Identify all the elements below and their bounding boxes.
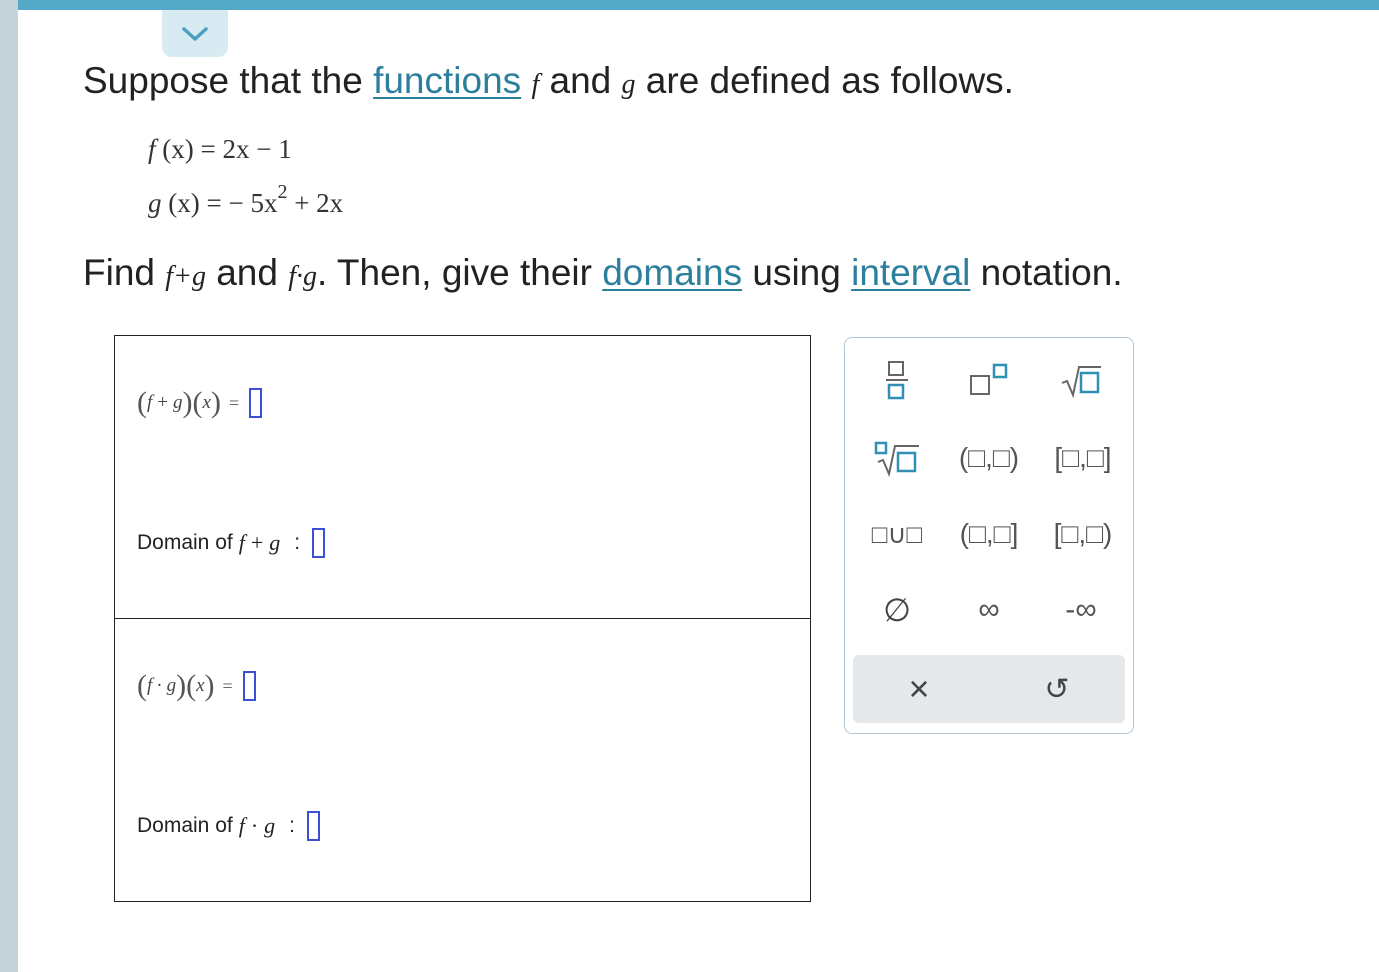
- closed-open-interval-button[interactable]: [□,□): [1043, 506, 1123, 562]
- question-text: Suppose that the: [83, 60, 374, 101]
- product-answer-input[interactable]: [242, 671, 256, 701]
- domain-prod-g: g: [264, 813, 276, 838]
- prod-g: g: [166, 675, 177, 696]
- fraction-button[interactable]: [867, 352, 927, 408]
- f-argument: (x): [162, 134, 194, 164]
- union-button[interactable]: □∪□: [861, 506, 933, 562]
- answer-area: (f + g)(x) = Domain of f + g: (f · g)(x) = Domai…: [114, 335, 811, 902]
- top-accent-bar: [0, 0, 1379, 10]
- nth-root-button[interactable]: [867, 430, 927, 486]
- sum-domain-input[interactable]: [312, 528, 326, 558]
- clear-button[interactable]: ×: [889, 661, 949, 717]
- prod-x: x: [196, 675, 205, 696]
- collapse-toggle-button[interactable]: [162, 10, 228, 57]
- and-text-2: and: [205, 252, 289, 293]
- f-name: f: [148, 134, 156, 164]
- closed-closed-interval-label: [□,□]: [1054, 442, 1112, 473]
- math-keypad: (□,□) [□,□] □∪□ (□,□] [□,□) ∅ ∞ -∞ × ↺: [844, 337, 1134, 734]
- g-definition: g (x) = − 5x2 + 2x: [148, 181, 344, 219]
- close-paren-x: ): [210, 386, 221, 419]
- close-paren: ): [182, 386, 193, 419]
- union-label: □∪□: [871, 518, 923, 549]
- product-expression-input-row: (f · g)(x) =: [137, 669, 256, 703]
- domain-sum-g: g: [269, 530, 281, 555]
- domains-link[interactable]: domains: [602, 252, 742, 293]
- open-paren: (: [137, 386, 147, 419]
- chevron-down-icon: [182, 26, 208, 41]
- domain-sum-f: f: [238, 530, 245, 555]
- equals-sign: =: [222, 675, 233, 696]
- sum-x: x: [202, 392, 211, 413]
- notation-text: notation.: [970, 252, 1123, 293]
- undo-icon: ↺: [1044, 672, 1070, 706]
- g-exponent: 2: [277, 181, 288, 203]
- product-domain-row: Domain of f · g:: [137, 811, 321, 841]
- clear-icon: ×: [908, 668, 930, 709]
- closed-closed-interval-button[interactable]: [□,□]: [1043, 430, 1123, 486]
- open-closed-interval-label: (□,□]: [959, 518, 1019, 549]
- close-paren: ): [176, 669, 187, 702]
- infinity-button[interactable]: ∞: [959, 582, 1019, 638]
- g-expression-part2: + 2x: [287, 188, 344, 218]
- find-text: Find: [83, 252, 166, 293]
- question-line-1: Suppose that the functions f and g are d…: [83, 60, 1014, 102]
- sum-answer-input[interactable]: [249, 388, 263, 418]
- f-definition: f (x) = 2x − 1: [148, 134, 292, 165]
- sum-g: g: [173, 392, 183, 413]
- functions-link[interactable]: functions: [373, 60, 521, 101]
- exponent-button[interactable]: [959, 352, 1019, 408]
- product-expression: f·g: [288, 261, 318, 292]
- keypad-action-bar: × ↺: [853, 655, 1125, 723]
- sum-answer-panel: (f + g)(x) = Domain of f + g:: [114, 335, 811, 619]
- instruction-text: . Then, give their: [317, 252, 603, 293]
- g-symbol: g: [621, 69, 636, 100]
- sum-f: f: [147, 392, 153, 413]
- using-text: using: [742, 252, 852, 293]
- nth-root-icon: [874, 441, 919, 478]
- square-root-icon: [1061, 366, 1101, 399]
- sum-domain-row: Domain of f + g:: [137, 528, 326, 558]
- close-paren-x: ): [204, 669, 215, 702]
- interval-link[interactable]: interval: [851, 252, 970, 293]
- question-text-end: are defined as follows.: [635, 60, 1014, 101]
- left-side-bar: [0, 0, 18, 972]
- open-open-interval-label: (□,□): [958, 442, 1020, 473]
- closed-open-interval-label: [□,□): [1053, 518, 1113, 549]
- undo-button[interactable]: ↺: [1027, 661, 1087, 717]
- infinity-label: ∞: [978, 593, 1000, 626]
- question-line-2: Find f+g and f·g. Then, give their domai…: [83, 252, 1123, 294]
- exponent-icon: [970, 363, 1008, 395]
- domain-label: Domain of: [137, 531, 233, 554]
- square-root-button[interactable]: [1051, 352, 1111, 408]
- open-closed-interval-button[interactable]: (□,□]: [949, 506, 1029, 562]
- domain-label: Domain of: [137, 814, 233, 837]
- negative-infinity-button[interactable]: -∞: [1051, 582, 1111, 638]
- product-domain-input[interactable]: [307, 811, 321, 841]
- sum-operator: +: [157, 392, 168, 413]
- equals-sign: =: [228, 392, 240, 413]
- domain-sum-operator: +: [250, 530, 264, 555]
- open-open-interval-button[interactable]: (□,□): [949, 430, 1029, 486]
- fraction-icon: [886, 361, 908, 400]
- f-expression: = 2x − 1: [200, 134, 292, 164]
- open-paren: (: [137, 669, 147, 702]
- prod-f: f: [147, 675, 153, 696]
- domain-prod-operator: ·: [250, 813, 259, 838]
- sum-expression-input-row: (f + g)(x) =: [137, 386, 263, 420]
- domain-prod-f: f: [238, 813, 245, 838]
- product-answer-panel: (f · g)(x) = Domain of f · g:: [114, 618, 811, 902]
- domain-colon: :: [294, 531, 301, 554]
- empty-set-button[interactable]: ∅: [867, 582, 927, 638]
- g-argument: (x): [168, 188, 200, 218]
- negative-infinity-label: -∞: [1065, 593, 1097, 626]
- open-paren-x: (: [192, 386, 203, 419]
- g-name: g: [148, 188, 162, 218]
- g-expression-part1: = − 5x: [206, 188, 278, 218]
- empty-set-label: ∅: [883, 592, 911, 628]
- and-text: and: [539, 60, 622, 101]
- prod-operator: ·: [156, 675, 163, 696]
- open-paren-x: (: [186, 669, 197, 702]
- sum-expression: f+g: [165, 261, 206, 292]
- domain-colon: :: [289, 814, 296, 837]
